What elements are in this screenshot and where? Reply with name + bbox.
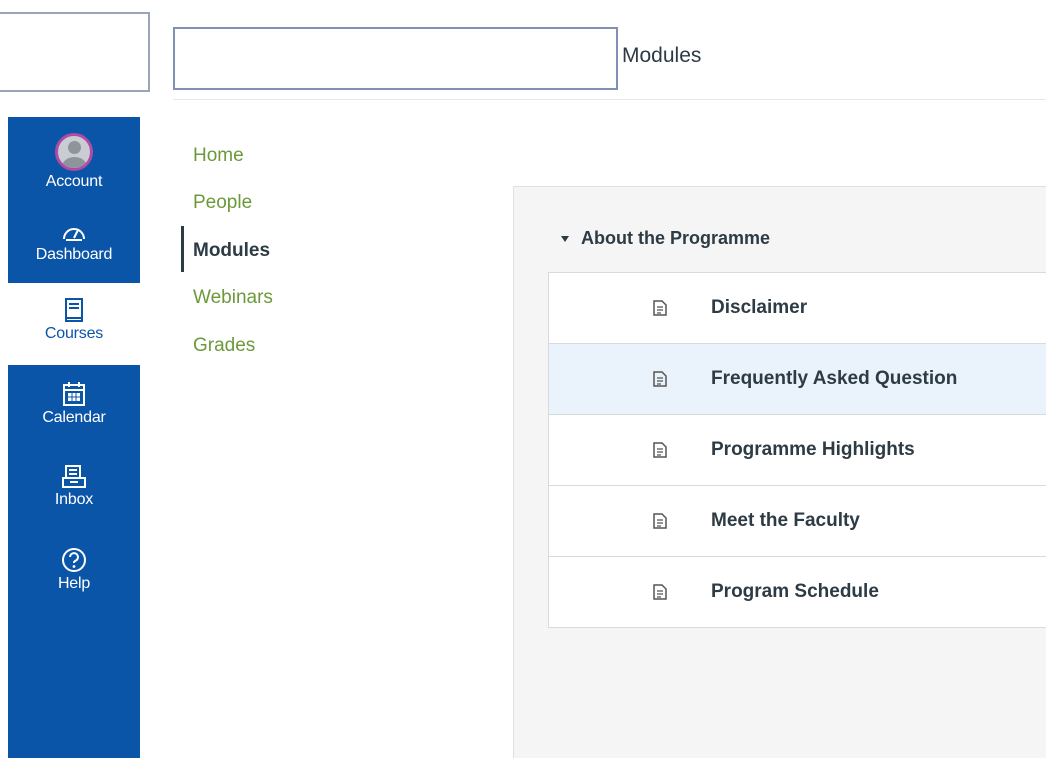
help-icon [62,548,86,572]
header-logo-box[interactable] [0,12,150,92]
nav-item-help[interactable]: Help [8,547,140,593]
module-item-title: Frequently Asked Question [711,368,958,389]
nav-item-calendar[interactable]: Calendar [8,381,140,427]
nav-label: Account [45,173,103,190]
header-divider [173,99,1046,100]
page-icon [653,584,667,600]
nav-label: Calendar [42,409,106,426]
calendar-icon [63,382,85,406]
page-icon [653,442,667,458]
module-header[interactable]: About the Programme [561,228,770,249]
nav-item-account[interactable]: Account [8,133,140,191]
caret-down-icon [561,235,569,242]
inbox-icon [62,465,86,488]
module-item-faq[interactable]: Frequently Asked Question [549,344,1046,415]
nav-item-inbox[interactable]: Inbox [8,465,140,509]
module-title: About the Programme [581,228,771,248]
nav-label: Inbox [54,491,94,508]
course-nav-people[interactable]: People [193,192,252,214]
module-item-faculty[interactable]: Meet the Faculty [549,486,1046,557]
nav-label: Courses [44,325,104,342]
nav-item-courses[interactable]: Courses [8,283,140,365]
module-item-highlights[interactable]: Programme Highlights [549,415,1046,486]
module-item-title: Program Schedule [711,581,879,602]
header-placeholder-box [173,27,618,90]
page-icon [653,371,667,387]
dashboard-icon [63,228,85,241]
nav-label: Help [57,575,91,592]
active-indicator [181,226,184,272]
page-icon [653,300,667,316]
page-title: Modules [622,44,702,67]
nav-item-dashboard[interactable]: Dashboard [8,222,140,264]
module-item-schedule[interactable]: Program Schedule [549,557,1046,627]
global-nav: Account Dashboard Courses Calendar Inbox… [8,117,140,758]
course-nav-grades[interactable]: Grades [193,335,255,357]
course-nav-home[interactable]: Home [193,145,244,167]
page-icon [653,513,667,529]
nav-label: Dashboard [35,246,113,263]
avatar-icon [55,133,93,171]
course-nav-modules[interactable]: Modules [193,240,270,262]
course-nav-webinars[interactable]: Webinars [193,287,273,309]
module-item-title: Programme Highlights [711,439,915,460]
module-item-disclaimer[interactable]: Disclaimer [549,273,1046,344]
module-items-list: Disclaimer Frequently Asked Question Pro… [548,272,1046,628]
page: Modules Account Dashboard Courses Calend… [0,0,1046,758]
courses-icon [65,298,83,322]
module-item-title: Disclaimer [711,297,808,318]
module-item-title: Meet the Faculty [711,510,860,531]
